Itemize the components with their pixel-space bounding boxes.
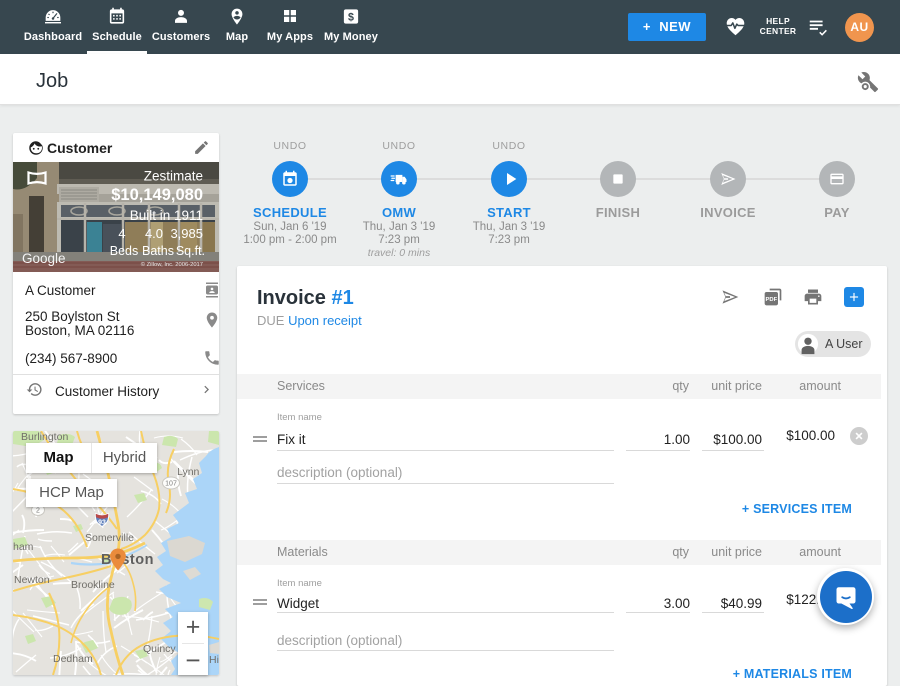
svg-text:Quincy: Quincy xyxy=(143,643,176,655)
svg-text:4.0: 4.0 xyxy=(145,226,163,241)
svg-text:Somerville: Somerville xyxy=(85,532,134,544)
svg-text:$: $ xyxy=(348,11,354,23)
svg-text:Google: Google xyxy=(22,251,66,266)
svg-text:Baths: Baths xyxy=(142,244,174,258)
svg-text:ham: ham xyxy=(13,541,34,553)
svg-text:Lynn: Lynn xyxy=(177,466,200,478)
svg-text:PDF: PDF xyxy=(765,297,777,303)
svg-text:2: 2 xyxy=(36,508,40,515)
svg-text:93: 93 xyxy=(98,520,106,527)
svg-text:Zestimate: Zestimate xyxy=(144,169,203,184)
svg-text:Built in 1911: Built in 1911 xyxy=(130,208,203,223)
svg-text:Hi: Hi xyxy=(209,654,219,666)
svg-text:107: 107 xyxy=(165,481,177,488)
svg-text:© Zillow, Inc. 2006-2017: © Zillow, Inc. 2006-2017 xyxy=(141,261,203,268)
svg-text:Brookline: Brookline xyxy=(71,579,115,591)
svg-text:Beds: Beds xyxy=(110,244,139,258)
svg-text:Sq.ft.: Sq.ft. xyxy=(176,244,205,258)
svg-text:4: 4 xyxy=(118,226,125,241)
svg-text:Newton: Newton xyxy=(14,574,50,586)
svg-text:3,985: 3,985 xyxy=(170,226,203,241)
svg-text:$10,149,080: $10,149,080 xyxy=(111,186,203,204)
svg-text:Boston: Boston xyxy=(101,552,154,568)
svg-text:Dedham: Dedham xyxy=(53,653,93,665)
svg-text:Burlington: Burlington xyxy=(21,431,68,443)
